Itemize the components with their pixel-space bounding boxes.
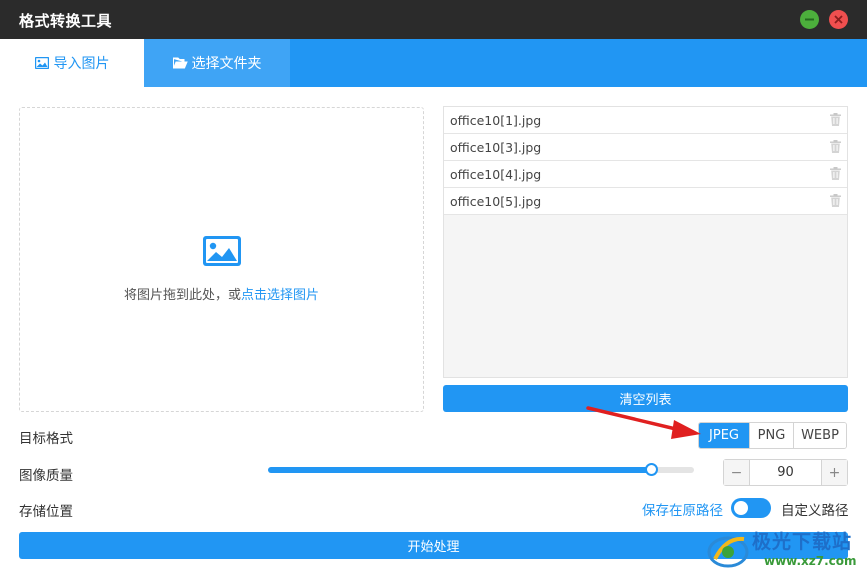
- format-selector: JPEG PNG WEBP: [698, 422, 847, 449]
- file-name: office10[5].jpg: [450, 194, 542, 209]
- tab-import-images[interactable]: 导入图片: [0, 39, 144, 87]
- tab-label: 选择文件夹: [191, 56, 262, 72]
- list-item[interactable]: office10[4].jpg: [444, 161, 847, 188]
- close-button[interactable]: [829, 10, 848, 29]
- format-option-jpeg[interactable]: JPEG: [699, 423, 749, 448]
- tab-bar: 导入图片 选择文件夹: [0, 39, 867, 87]
- trash-icon[interactable]: [830, 140, 841, 153]
- list-item[interactable]: office10[3].jpg: [444, 134, 847, 161]
- file-name: office10[4].jpg: [450, 167, 542, 182]
- format-option-webp[interactable]: WEBP: [793, 423, 846, 448]
- save-original-path-option[interactable]: 保存在原路径: [642, 499, 723, 519]
- format-option-png[interactable]: PNG: [749, 423, 793, 448]
- app-title: 格式转换工具: [19, 12, 113, 30]
- trash-icon[interactable]: [830, 113, 841, 126]
- title-bar: 格式转换工具: [0, 0, 867, 39]
- image-icon: [203, 236, 241, 266]
- path-toggle[interactable]: [731, 498, 771, 518]
- tab-select-folder[interactable]: 选择文件夹: [144, 39, 290, 87]
- select-image-link[interactable]: 点击选择图片: [241, 288, 319, 303]
- increment-button[interactable]: +: [821, 460, 847, 485]
- trash-icon[interactable]: [830, 167, 841, 180]
- quality-slider-fill: [268, 467, 652, 473]
- quality-slider[interactable]: [268, 463, 694, 476]
- minimize-icon: [805, 18, 814, 21]
- quality-value-input[interactable]: 90: [750, 460, 821, 485]
- annotation-arrow-icon: [586, 406, 701, 439]
- quality-stepper: − 90 +: [723, 459, 848, 486]
- image-drop-zone[interactable]: 将图片拖到此处，或点击选择图片: [19, 107, 424, 412]
- file-name: office10[1].jpg: [450, 113, 542, 128]
- trash-icon[interactable]: [830, 194, 841, 207]
- drop-zone-hint: 将图片拖到此处，或: [123, 288, 241, 303]
- decrement-button[interactable]: −: [724, 460, 750, 485]
- storage-location-label: 存储位置: [19, 504, 73, 520]
- image-quality-label: 图像质量: [19, 468, 73, 484]
- list-item[interactable]: office10[1].jpg: [444, 107, 847, 134]
- watermark-logo-icon: [707, 536, 749, 568]
- folder-open-icon: [172, 57, 188, 69]
- minimize-button[interactable]: [800, 10, 819, 29]
- drop-zone-text: 将图片拖到此处，或点击选择图片: [20, 284, 423, 303]
- file-name: office10[3].jpg: [450, 140, 542, 155]
- list-item[interactable]: office10[5].jpg: [444, 188, 847, 215]
- toggle-knob: [734, 501, 748, 515]
- image-icon: [34, 56, 49, 70]
- watermark: 极光下载站 www.xz7.com: [706, 527, 864, 575]
- tab-label: 导入图片: [53, 56, 110, 72]
- file-list[interactable]: office10[1].jpg office10[3].jpg office10…: [443, 106, 848, 378]
- target-format-label: 目标格式: [19, 431, 73, 447]
- close-icon: [834, 15, 843, 24]
- custom-path-option[interactable]: 自定义路径: [781, 499, 849, 519]
- watermark-url: www.xz7.com: [764, 554, 857, 568]
- quality-slider-handle[interactable]: [645, 463, 659, 476]
- watermark-text: 极光下载站: [752, 531, 853, 553]
